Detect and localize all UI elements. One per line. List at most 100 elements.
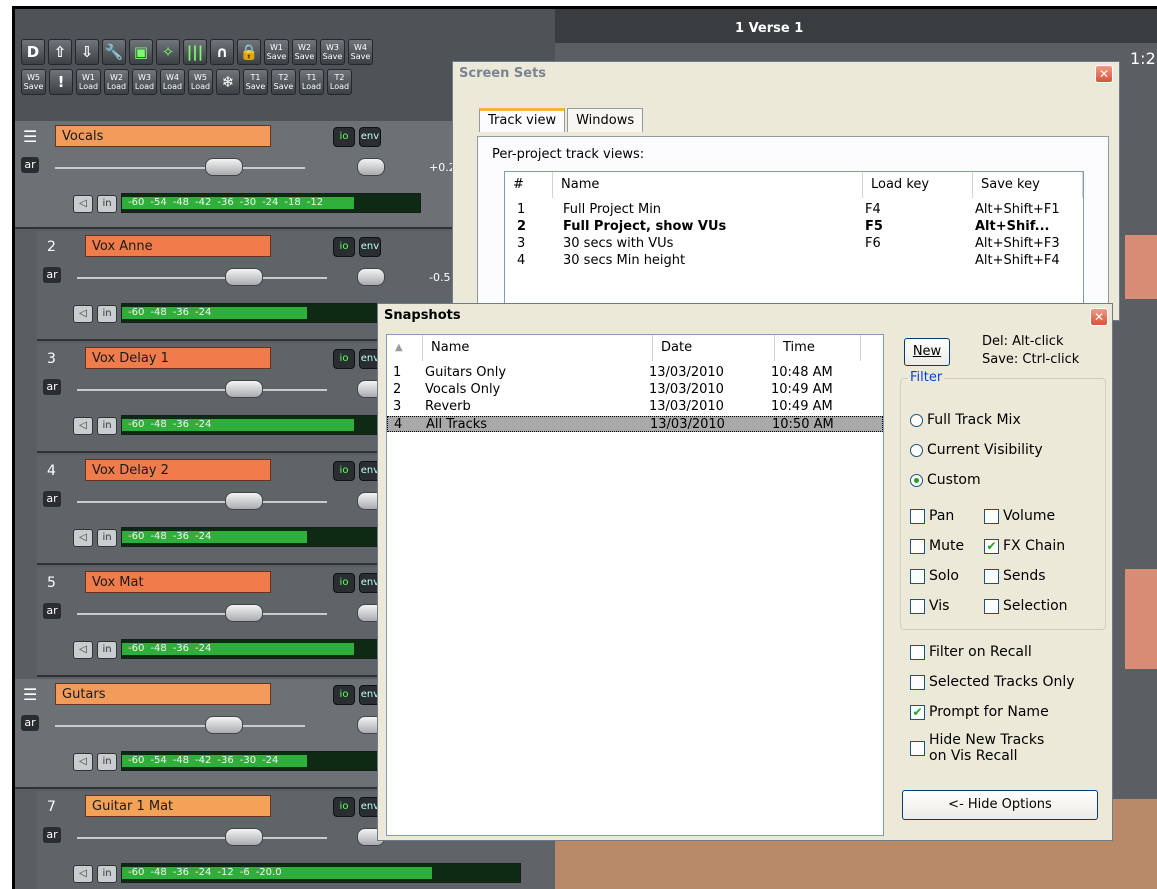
track-name[interactable]: Vox Delay 1	[85, 347, 271, 369]
env-button[interactable]: env	[359, 237, 381, 257]
list-row[interactable]: 3 30 secs with VUs F6 Alt+Shift+F3	[505, 236, 1083, 252]
volume-fader-knob[interactable]	[205, 716, 243, 734]
io-button[interactable]: io	[333, 797, 355, 817]
toolbar-screenset-button[interactable]: W2 Save	[292, 39, 317, 65]
arm-button[interactable]: ar	[43, 827, 61, 843]
toolbar-button[interactable]: ∩	[210, 39, 234, 65]
checkbox[interactable]	[910, 644, 925, 660]
checkbox[interactable]	[984, 508, 999, 524]
arm-button[interactable]: ar	[43, 491, 61, 507]
sort-arrow-icon[interactable]: ▲	[387, 335, 423, 361]
checkbox[interactable]	[910, 741, 925, 756]
monitor-button[interactable]: ◁	[73, 865, 93, 883]
input-button[interactable]: in	[97, 641, 117, 659]
selected-tracks-only-checkbox[interactable]: Selected Tracks Only	[910, 674, 1075, 690]
toolbar-screenset-button[interactable]: W1 Save	[264, 39, 289, 65]
toolbar-button[interactable]: D	[21, 39, 45, 65]
track-name[interactable]: Guitar 1 Mat	[85, 795, 271, 817]
input-button[interactable]: in	[97, 195, 117, 213]
toolbar-button[interactable]: W2 Load	[104, 69, 129, 95]
checkbox[interactable]: ✔	[984, 538, 999, 554]
io-button[interactable]: io	[333, 237, 355, 257]
radio-button[interactable]	[910, 443, 923, 457]
filter-checkbox-solo[interactable]: Solo	[910, 568, 959, 584]
media-item[interactable]	[1125, 569, 1157, 669]
column-header[interactable]: Time	[775, 335, 861, 361]
track-name[interactable]: Gutars	[55, 683, 271, 705]
checkbox[interactable]	[910, 538, 925, 554]
filter-radio-option[interactable]: Custom	[910, 472, 981, 488]
arm-button[interactable]: ar	[43, 603, 61, 619]
filter-checkbox-fx-chain[interactable]: ✔ FX Chain	[984, 538, 1065, 554]
io-button[interactable]: io	[333, 349, 355, 369]
checkbox[interactable]	[984, 568, 999, 584]
toolbar-button[interactable]: W4 Load	[160, 69, 185, 95]
filter-checkbox-selection[interactable]: Selection	[984, 598, 1068, 614]
volume-fader-knob[interactable]	[205, 158, 243, 176]
toolbar-button[interactable]: |||	[183, 39, 207, 65]
snapshot-row[interactable]: 1 Guitars Only 13/03/2010 10:48 AM	[387, 365, 883, 381]
toolbar-button[interactable]: W1 Load	[76, 69, 101, 95]
snapshot-row[interactable]: 3 Reverb 13/03/2010 10:49 AM	[387, 399, 883, 415]
checkbox[interactable]	[910, 508, 925, 524]
toolbar-screenset-button[interactable]: W4 Save	[348, 39, 373, 65]
toolbar-button[interactable]: W5 Save	[21, 69, 46, 95]
arm-button[interactable]: ar	[21, 715, 39, 731]
folder-icon[interactable]: ☰	[23, 685, 37, 704]
radio-button[interactable]	[910, 473, 923, 487]
media-item[interactable]	[1125, 235, 1157, 299]
filter-radio-option[interactable]: Current Visibility	[910, 442, 1043, 458]
toolbar-screenset-button[interactable]: W3 Save	[320, 39, 345, 65]
toolbar-button[interactable]: ✧	[156, 39, 180, 65]
checkbox[interactable]	[984, 598, 999, 614]
toolbar-button[interactable]: 🔒	[237, 39, 261, 65]
track-name[interactable]: Vox Mat	[85, 571, 271, 593]
monitor-button[interactable]: ◁	[73, 417, 93, 435]
timeline-ruler[interactable]: 1 Verse 1 1:27	[555, 9, 1157, 68]
snapshot-row[interactable]: 2 Vocals Only 13/03/2010 10:49 AM	[387, 382, 883, 398]
track-name[interactable]: Vocals	[55, 125, 271, 147]
monitor-button[interactable]: ◁	[73, 305, 93, 323]
folder-icon[interactable]: ☰	[23, 127, 37, 146]
hide-options-button[interactable]: <- Hide Options	[902, 790, 1098, 820]
input-button[interactable]: in	[97, 529, 117, 547]
monitor-button[interactable]: ◁	[73, 195, 93, 213]
toolbar-button[interactable]: T2 Load	[327, 69, 352, 95]
monitor-button[interactable]: ◁	[73, 753, 93, 771]
tab-windows[interactable]: Windows	[567, 108, 644, 132]
toolbar-button[interactable]: T1 Load	[299, 69, 324, 95]
list-row[interactable]: 1 Full Project Min F4 Alt+Shift+F1	[505, 202, 1083, 218]
filter-checkbox-vis[interactable]: Vis	[910, 598, 949, 614]
column-header[interactable]: Name	[553, 172, 863, 198]
checkbox[interactable]	[910, 674, 925, 690]
toolbar-button[interactable]: !	[49, 69, 73, 95]
new-button[interactable]: New	[904, 338, 950, 366]
filter-checkbox-pan[interactable]: Pan	[910, 508, 954, 524]
toolbar-button[interactable]: ❄	[216, 69, 240, 95]
list-row[interactable]: 4 30 secs Min height Alt+Shift+F4	[505, 253, 1083, 269]
column-header[interactable]: Date	[653, 335, 775, 361]
input-button[interactable]: in	[97, 865, 117, 883]
close-icon[interactable]: ✕	[1090, 308, 1108, 326]
toolbar-button[interactable]: ⇧	[48, 39, 72, 65]
volume-fader-knob[interactable]	[225, 380, 263, 398]
checkbox[interactable]: ✔	[910, 704, 925, 720]
snapshots-list[interactable]: ▲ Name Date Time 1 Guitars Only 13/03/2010…	[386, 334, 884, 836]
input-button[interactable]: in	[97, 305, 117, 323]
column-header[interactable]: Load key	[863, 172, 973, 198]
pan-knob[interactable]	[357, 268, 385, 286]
close-icon[interactable]: ✕	[1095, 65, 1113, 83]
toolbar-button[interactable]: ⇩	[75, 39, 99, 65]
prompt-for-name-checkbox[interactable]: ✔ Prompt for Name	[910, 704, 1049, 720]
column-header[interactable]: #	[505, 172, 553, 198]
filter-radio-option[interactable]: Full Track Mix	[910, 412, 1021, 428]
monitor-button[interactable]: ◁	[73, 641, 93, 659]
radio-button[interactable]	[910, 413, 923, 427]
list-row[interactable]: 2 Full Project, show VUs F5 Alt+Shif...	[505, 219, 1083, 235]
filter-on-recall-checkbox[interactable]: Filter on Recall	[910, 644, 1032, 660]
io-button[interactable]: io	[333, 573, 355, 593]
tab-track-view[interactable]: Track view	[479, 108, 566, 132]
toolbar-button[interactable]: W5 Load	[188, 69, 213, 95]
io-button[interactable]: io	[333, 685, 355, 705]
input-button[interactable]: in	[97, 753, 117, 771]
